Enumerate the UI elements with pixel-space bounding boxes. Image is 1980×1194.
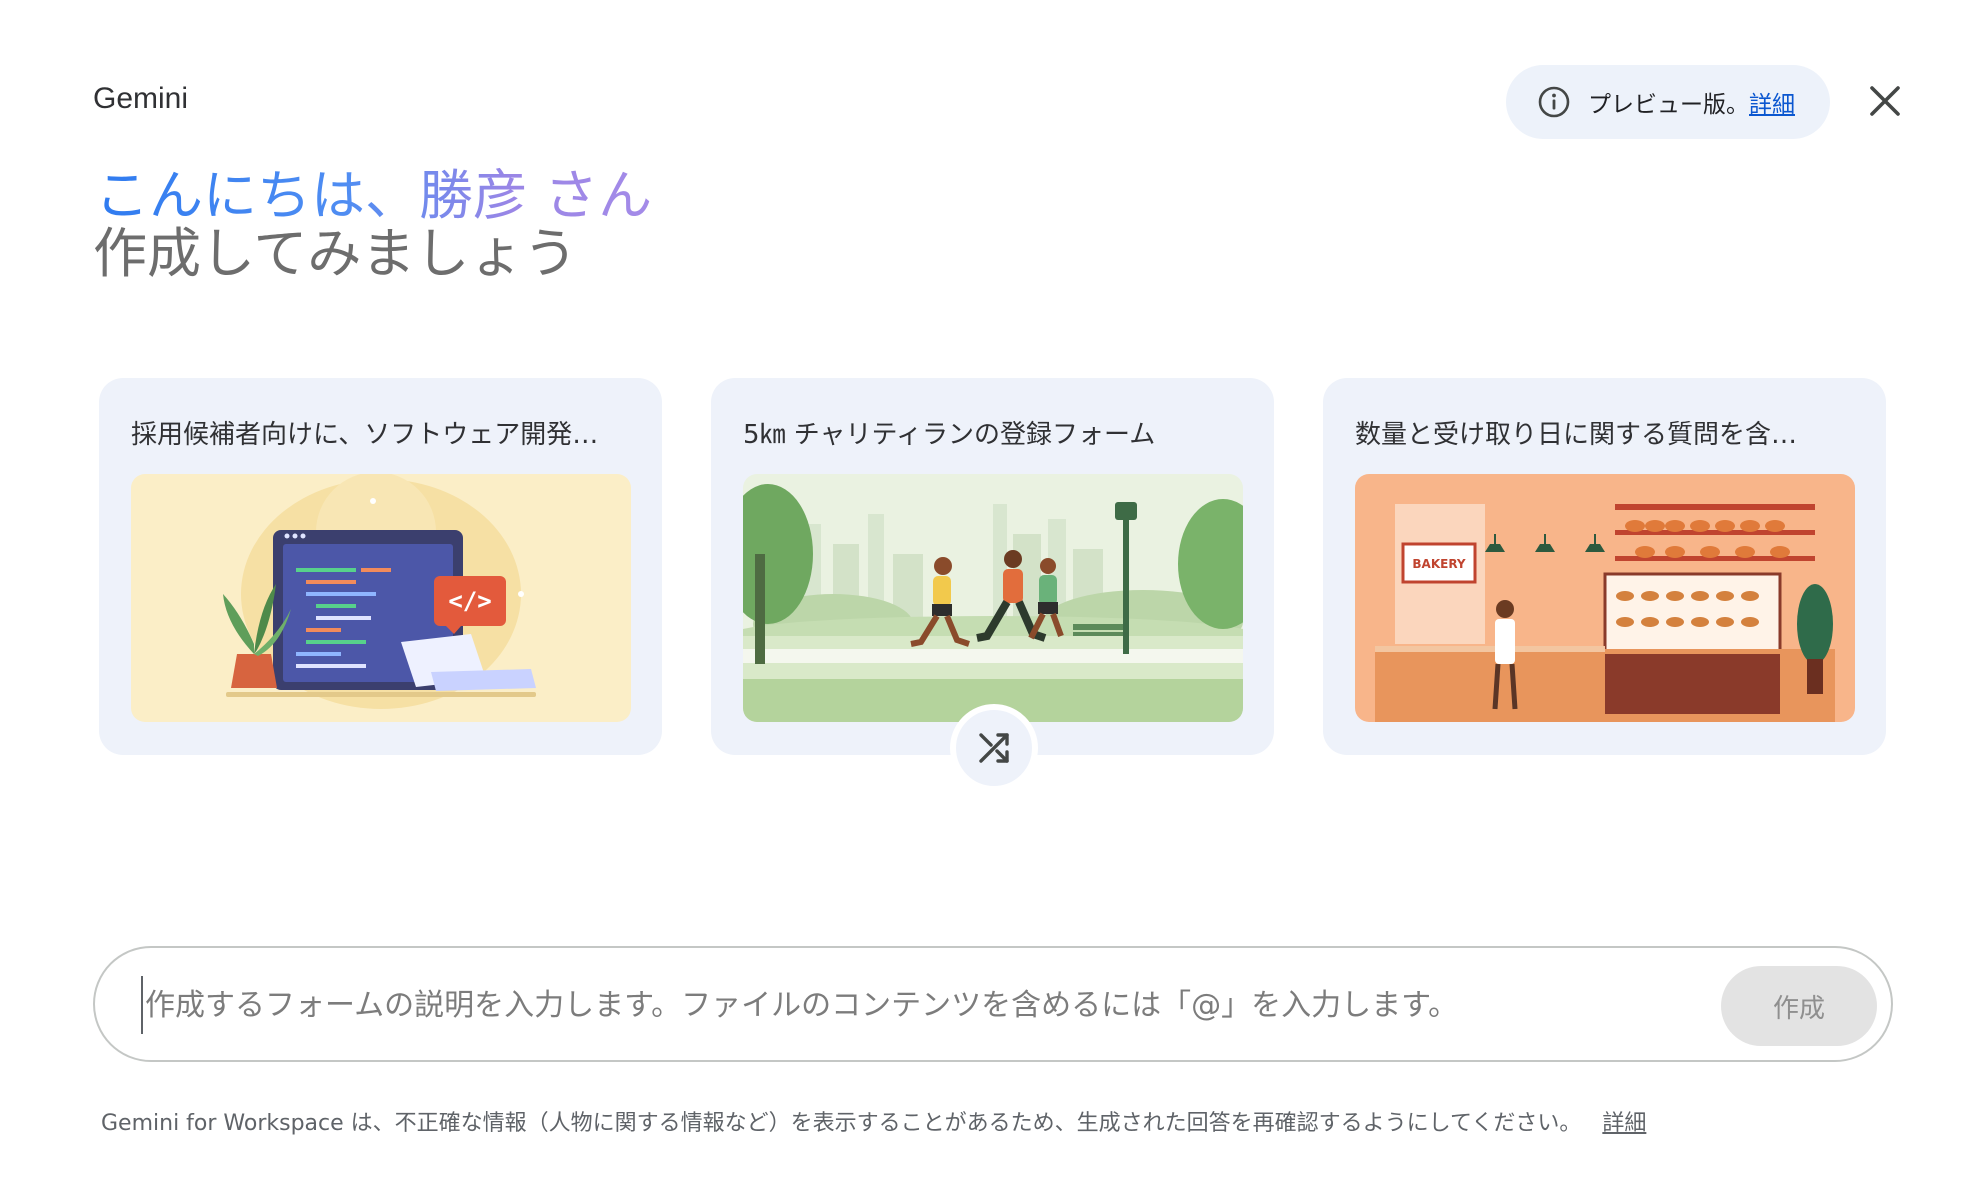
suggestion-title: 数量と受け取り日に関する質問を含…	[1355, 420, 1798, 450]
shuffle-icon	[979, 733, 1009, 763]
preview-text: プレビュー版。	[1588, 92, 1749, 118]
bakery-sign-text: BAKERY	[1412, 557, 1466, 571]
close-button[interactable]	[1862, 78, 1908, 124]
park-runners-illustration	[743, 474, 1243, 722]
prompt-box: 作成	[93, 946, 1893, 1062]
bakery-illustration: BAKERY	[1355, 474, 1855, 722]
gemini-dialog: Gemini プレビュー版。 詳細 こんにちは、勝彦 さん 作成してみましょう …	[0, 0, 1980, 1194]
disclaimer-text: Gemini for Workspace は、不正確な情報（人物に関する情報など…	[101, 1111, 1582, 1136]
prompt-input[interactable]	[141, 976, 1641, 1034]
greeting: こんにちは、勝彦 さん	[95, 165, 652, 227]
shuffle-button[interactable]	[950, 704, 1038, 792]
create-button[interactable]: 作成	[1721, 966, 1877, 1046]
footer-details-link[interactable]: 詳細	[1602, 1111, 1646, 1136]
developer-laptop-illustration: </>	[131, 474, 631, 722]
greeting-hello: こんにちは、勝彦 さん	[95, 164, 653, 227]
code-tag-text: </>	[448, 587, 491, 615]
suggestion-card-3[interactable]: 数量と受け取り日に関する質問を含… BAKERY	[1323, 378, 1886, 755]
close-icon	[1870, 86, 1900, 116]
greeting-subtitle: 作成してみましょう	[93, 222, 578, 285]
suggestion-title: 5㎞ チャリティランの登録フォーム	[743, 420, 1156, 450]
info-icon	[1538, 86, 1570, 118]
preview-details-link[interactable]: 詳細	[1749, 85, 1795, 119]
footer-disclaimer: Gemini for Workspace は、不正確な情報（人物に関する情報など…	[101, 1105, 1646, 1137]
suggestion-card-1[interactable]: 採用候補者向けに、ソフトウェア開発… </>	[99, 378, 662, 755]
app-title: Gemini	[93, 82, 189, 115]
preview-chip: プレビュー版。 詳細	[1506, 65, 1830, 139]
suggestion-title: 採用候補者向けに、ソフトウェア開発…	[131, 420, 599, 450]
suggestion-card-2[interactable]: 5㎞ チャリティランの登録フォーム	[711, 378, 1274, 755]
